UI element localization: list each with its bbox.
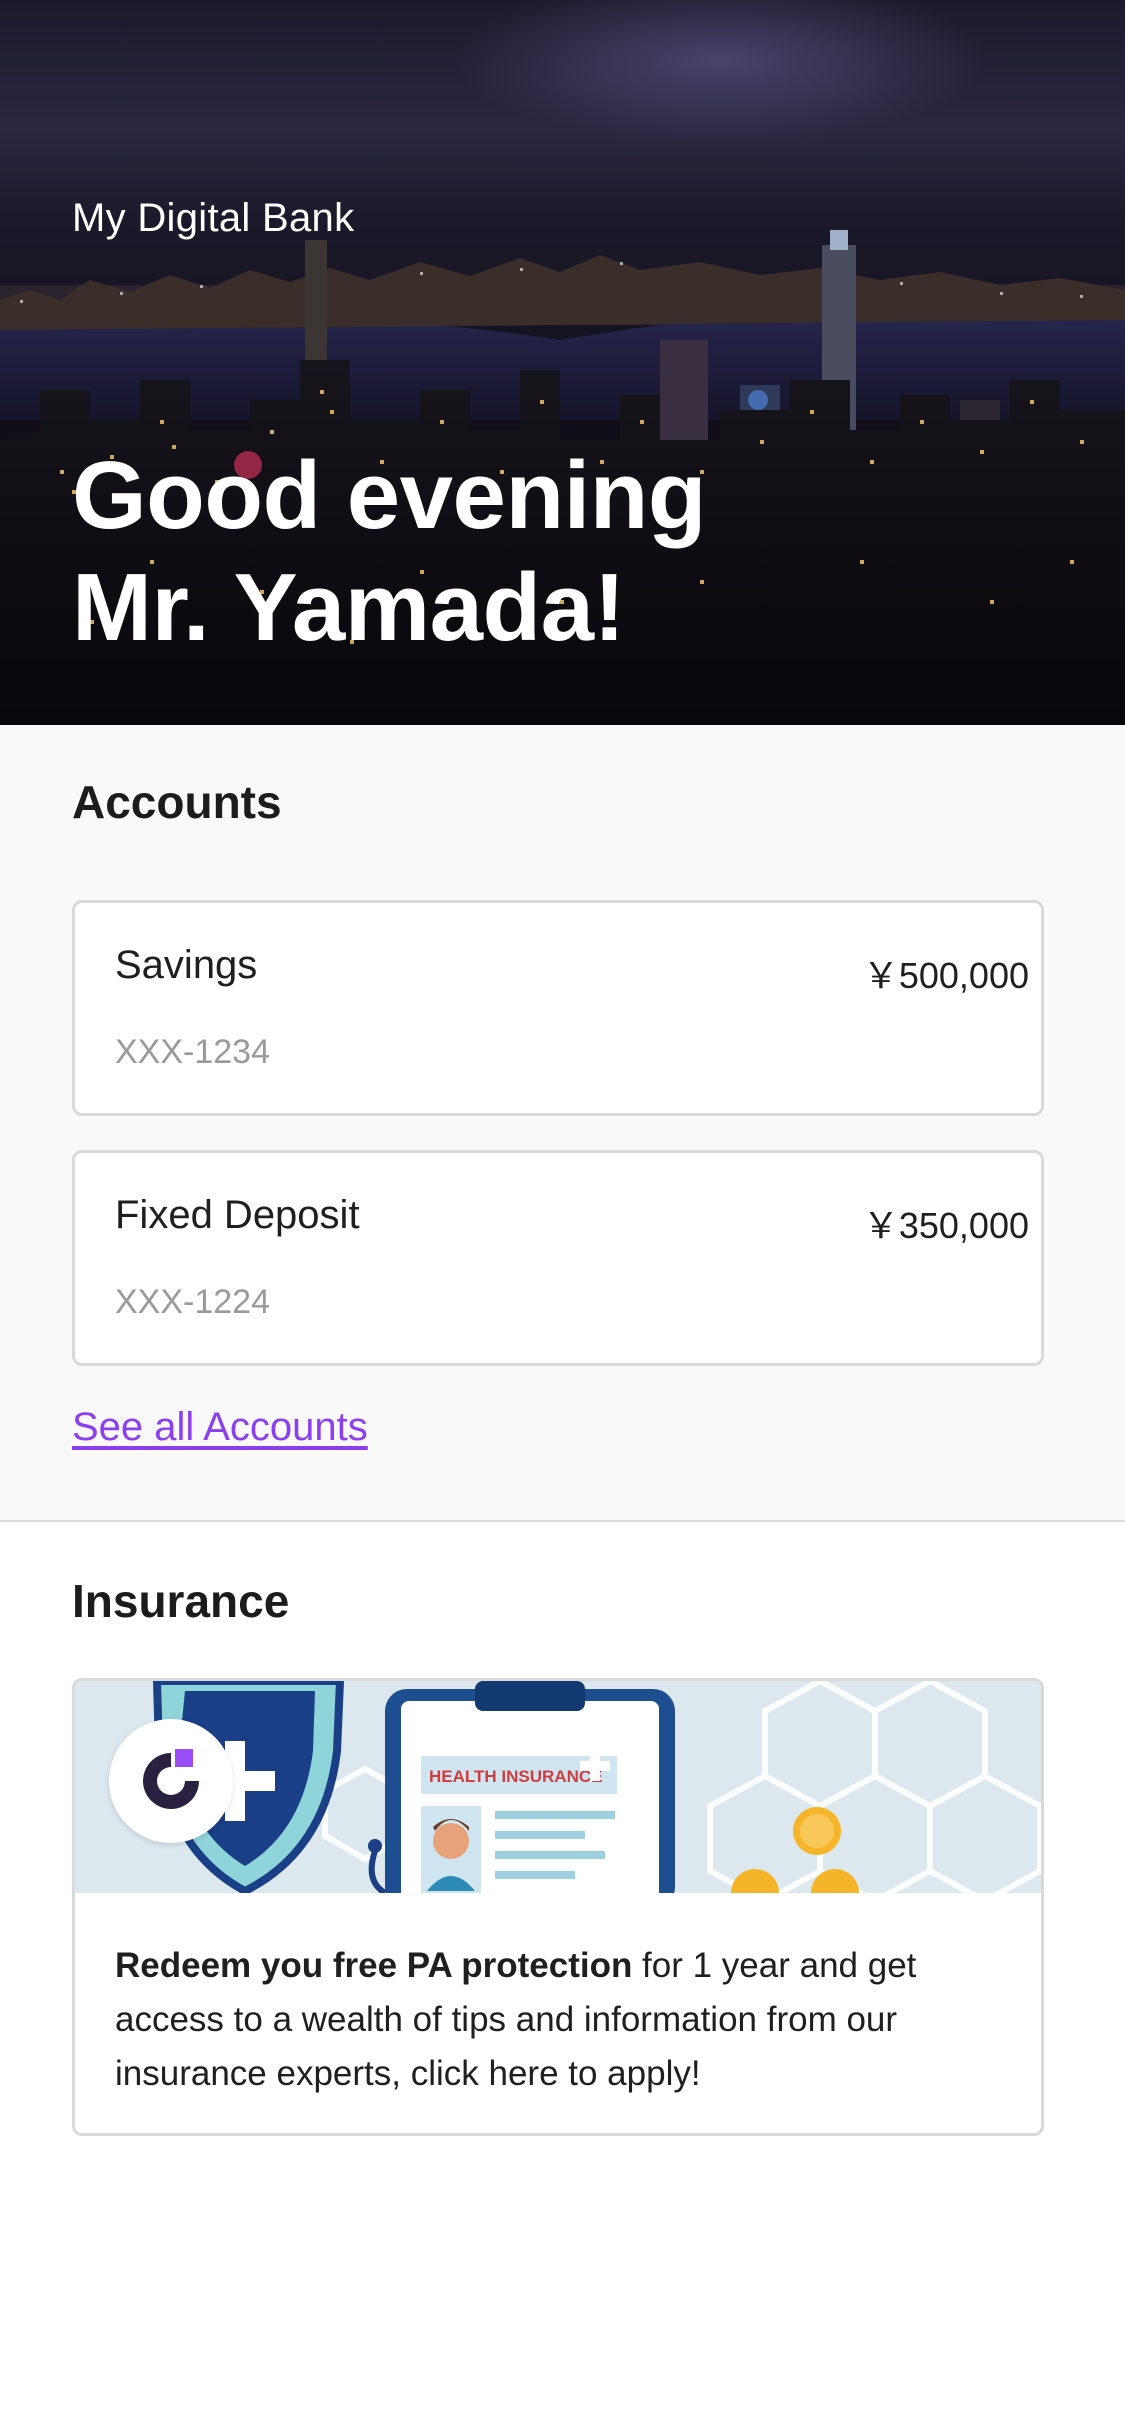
- account-number: XXX-1224: [115, 1283, 270, 1321]
- account-balance: ￥500,000: [862, 955, 1029, 996]
- hero-banner: My Digital Bank Good evening Mr. Yamada!: [0, 0, 1125, 725]
- health-insurance-label: HEALTH INSURANCE: [429, 1767, 602, 1786]
- health-insurance-illustration: HEALTH INSURANCE: [75, 1681, 1041, 1893]
- account-name: Savings: [115, 943, 258, 987]
- accounts-title: Accounts: [72, 776, 282, 828]
- promo-bold-text: Redeem you free PA protection: [115, 1946, 633, 1985]
- insurance-promo-text: Redeem you free PA protection for 1 year…: [115, 1939, 1015, 2101]
- greeting-heading: Good evening Mr. Yamada!: [72, 440, 707, 664]
- brand-logo-icon: [109, 1719, 233, 1843]
- bank-brand-name: My Digital Bank: [72, 196, 355, 240]
- app-screen: My Digital Bank Good evening Mr. Yamada!…: [0, 0, 1125, 2436]
- account-name: Fixed Deposit: [115, 1193, 360, 1237]
- account-number: XXX-1234: [115, 1033, 270, 1071]
- insurance-section: Insurance HEALTH INSURANCE Redeem you fr…: [0, 1524, 1125, 2436]
- account-card-savings[interactable]: Savings XXX-1234 ￥500,000: [72, 900, 1044, 1116]
- coins-icon: [731, 1807, 859, 1893]
- greeting-line-1: Good evening: [72, 442, 707, 549]
- account-balance: ￥350,000: [862, 1205, 1029, 1246]
- account-card-fixed-deposit[interactable]: Fixed Deposit XXX-1224 ￥350,000: [72, 1150, 1044, 1366]
- greeting-line-2: Mr. Yamada!: [72, 554, 626, 661]
- insurance-title: Insurance: [72, 1575, 290, 1627]
- insurance-promo-card[interactable]: HEALTH INSURANCE Redeem you free PA prot…: [72, 1678, 1044, 2136]
- accounts-section: Accounts Savings XXX-1234 ￥500,000 Fixed…: [0, 725, 1125, 1522]
- see-all-accounts-link[interactable]: See all Accounts: [72, 1405, 368, 1450]
